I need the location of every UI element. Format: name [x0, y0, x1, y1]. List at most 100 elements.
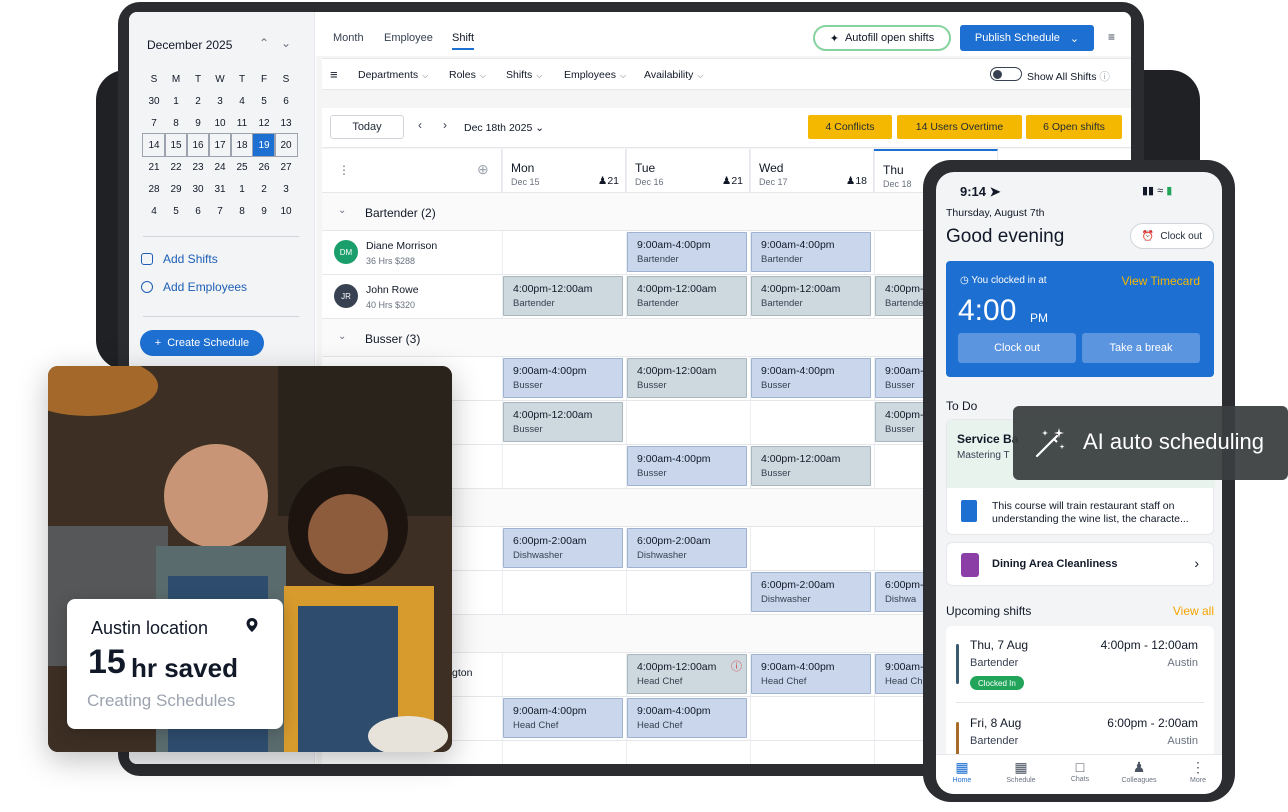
filter-departments[interactable]: Departments ⌵ — [358, 69, 428, 81]
shift-block[interactable]: 6:00pm-2:00am Dishwasher — [503, 528, 623, 568]
calendar-day-selected[interactable]: 19 — [252, 133, 276, 157]
shift-block[interactable]: 4:00pm-12:00am Busser — [751, 446, 871, 486]
calendar-day[interactable]: 6 — [187, 200, 209, 222]
shift-block[interactable]: 4:00pm-12:00am Bartender — [503, 276, 623, 316]
shift-block[interactable]: 9:00am-4:00pm Bartender — [627, 232, 747, 272]
calendar-day[interactable]: 11 — [231, 112, 253, 134]
calendar-day[interactable]: 12 — [253, 112, 275, 134]
filter-shifts[interactable]: Shifts ⌵ — [506, 69, 542, 81]
calendar-day[interactable]: 3 — [209, 90, 231, 112]
shift-block[interactable]: 4:00pm-12:00am Busser — [627, 358, 747, 398]
filter-lines-icon[interactable]: ≡ — [330, 67, 338, 82]
calendar-day[interactable]: 16 — [186, 133, 210, 157]
shift-block[interactable]: 4:00pm-12:00am Head Chef ⓘ — [627, 654, 747, 694]
calendar-day[interactable]: 10 — [209, 112, 231, 134]
calendar-day[interactable]: 30 — [187, 178, 209, 200]
nav-more[interactable]: ⋮ More — [1174, 759, 1222, 784]
prev-arrow-icon[interactable]: ‹ — [418, 118, 422, 132]
shift-block[interactable]: 9:00am-4:00pm Head Chef — [503, 698, 623, 738]
today-button[interactable]: Today — [330, 115, 404, 139]
chevron-down-icon[interactable]: ⌄ — [279, 36, 293, 50]
add-employees-link[interactable]: Add Employees — [141, 280, 247, 294]
calendar-day[interactable]: 24 — [209, 156, 231, 178]
nav-chats[interactable]: □ Chats — [1056, 759, 1104, 783]
create-schedule-button[interactable]: + Create Schedule — [140, 330, 264, 356]
calendar-day[interactable]: 1 — [165, 90, 187, 112]
open-shifts-badge[interactable]: 6 Open shifts — [1026, 115, 1122, 139]
clock-out-button[interactable]: Clock out — [958, 333, 1076, 363]
alert-icon[interactable]: ⓘ — [731, 658, 742, 674]
more-vertical-icon[interactable]: ⋮ — [338, 163, 350, 177]
add-shifts-link[interactable]: Add Shifts — [141, 252, 218, 266]
calendar-day[interactable]: 3 — [275, 178, 297, 200]
calendar-day[interactable]: 7 — [143, 112, 165, 134]
calendar-day[interactable]: 5 — [165, 200, 187, 222]
view-timecard-link[interactable]: View Timecard — [1122, 274, 1200, 288]
calendar-day[interactable]: 2 — [187, 90, 209, 112]
calendar-day[interactable]: 4 — [143, 200, 165, 222]
calendar-day[interactable]: 22 — [165, 156, 187, 178]
current-date[interactable]: Dec 18th 2025 ⌄ — [464, 122, 544, 134]
shift-block[interactable]: 9:00am-4:00pm Head Chef — [751, 654, 871, 694]
calendar-day[interactable]: 13 — [275, 112, 297, 134]
nav-colleagues[interactable]: ♟ Colleagues — [1115, 759, 1163, 784]
calendar-day[interactable]: 6 — [275, 90, 297, 112]
employee-name[interactable]: Diane Morrison — [366, 240, 437, 252]
conflicts-badge[interactable]: 4 Conflicts — [808, 115, 892, 139]
calendar-day[interactable]: 17 — [208, 133, 232, 157]
calendar-day[interactable]: 18 — [230, 133, 254, 157]
calendar-day[interactable]: 15 — [164, 133, 188, 157]
clock-out-pill-button[interactable]: ⏰ Clock out — [1130, 223, 1214, 249]
calendar-day[interactable]: 25 — [231, 156, 253, 178]
help-icon[interactable]: ⓘ — [1099, 71, 1110, 83]
publish-schedule-button[interactable]: Publish Schedule ⌄ — [960, 25, 1094, 51]
calendar-day[interactable]: 4 — [231, 90, 253, 112]
calendar-day[interactable]: 9 — [253, 200, 275, 222]
calendar-day[interactable]: 14 — [142, 133, 166, 157]
filter-employees[interactable]: Employees ⌵ — [564, 69, 626, 81]
shift-block[interactable]: 9:00am-4:00pm Busser — [503, 358, 623, 398]
shift-block[interactable]: 4:00pm-12:00am Bartender — [751, 276, 871, 316]
calendar-day[interactable]: 21 — [143, 156, 165, 178]
next-arrow-icon[interactable]: › — [443, 118, 447, 132]
shift-block[interactable]: 6:00pm-2:00am Dishwasher — [751, 572, 871, 612]
take-break-button[interactable]: Take a break — [1082, 333, 1200, 363]
calendar-day[interactable]: 10 — [275, 200, 297, 222]
calendar-day[interactable]: 20 — [274, 133, 298, 157]
calendar-day[interactable]: 8 — [231, 200, 253, 222]
calendar-day[interactable]: 31 — [209, 178, 231, 200]
crosshair-icon[interactable]: ⊕ — [477, 161, 489, 178]
calendar-day[interactable]: 29 — [165, 178, 187, 200]
dining-task-card[interactable]: Dining Area Cleanliness › — [946, 542, 1214, 586]
tab-month[interactable]: Month — [333, 32, 364, 44]
show-all-toggle[interactable] — [990, 67, 1022, 81]
overtime-badge[interactable]: 14 Users Overtime — [897, 115, 1022, 139]
tab-employee[interactable]: Employee — [384, 32, 433, 44]
calendar-day[interactable]: 7 — [209, 200, 231, 222]
employee-name[interactable]: John Rowe — [366, 284, 419, 296]
calendar-day[interactable]: 23 — [187, 156, 209, 178]
calendar-day[interactable]: 9 — [187, 112, 209, 134]
calendar-day[interactable]: 8 — [165, 112, 187, 134]
calendar-day[interactable]: 2 — [253, 178, 275, 200]
calendar-day[interactable]: 1 — [231, 178, 253, 200]
shift-block[interactable]: 9:00am-4:00pm Busser — [751, 358, 871, 398]
tab-shift[interactable]: Shift — [452, 32, 475, 50]
chevron-up-icon[interactable]: ⌃ — [257, 36, 271, 50]
shift-block[interactable]: 4:00pm-12:00am Bartender — [627, 276, 747, 316]
shift-block[interactable]: 9:00am-4:00pm Busser — [627, 446, 747, 486]
calendar-day[interactable]: 5 — [253, 90, 275, 112]
shift-block[interactable]: 9:00am-4:00pm Head Chef — [627, 698, 747, 738]
calendar-day[interactable]: 27 — [275, 156, 297, 178]
calendar-day[interactable]: 30 — [143, 90, 165, 112]
calendar-day[interactable]: 26 — [253, 156, 275, 178]
shift-block[interactable]: 9:00am-4:00pm Bartender — [751, 232, 871, 272]
shift-block[interactable]: 6:00pm-2:00am Dishwasher — [627, 528, 747, 568]
shift-block[interactable]: 4:00pm-12:00am Busser — [503, 402, 623, 442]
nav-schedule[interactable]: ▦ Schedule — [997, 759, 1045, 784]
calendar-day[interactable]: 28 — [143, 178, 165, 200]
view-all-link[interactable]: View all — [1173, 604, 1214, 618]
autofill-button[interactable]: ✦ Autofill open shifts — [813, 25, 951, 51]
employee-name[interactable]: gton — [452, 667, 472, 679]
filter-availability[interactable]: Availability ⌵ — [644, 69, 704, 81]
